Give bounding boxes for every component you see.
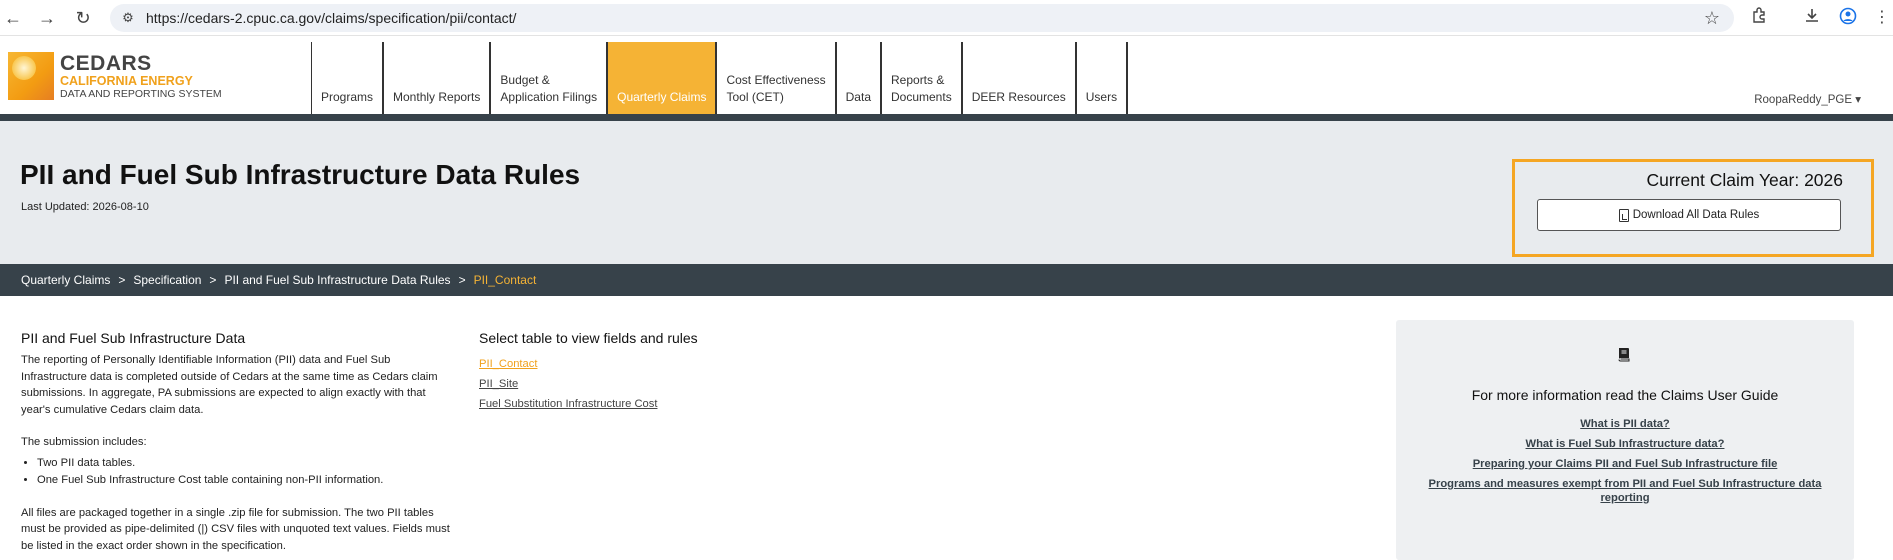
profile-icon[interactable]: [1837, 7, 1859, 29]
nav-deer-resources[interactable]: DEER Resources: [962, 42, 1077, 114]
guide-link-what-is-fuel-sub[interactable]: What is Fuel Sub Infrastructure data?: [1426, 437, 1824, 451]
download-all-data-rules-button[interactable]: Download All Data Rules: [1537, 199, 1841, 231]
download-icon[interactable]: [1801, 7, 1823, 29]
table-link-pii-site[interactable]: PII_Site: [479, 374, 859, 394]
nav-users[interactable]: Users: [1076, 42, 1129, 114]
nav-budget-application-filings[interactable]: Budget & Application Filings: [491, 42, 609, 114]
breadcrumb-separator: >: [209, 273, 217, 287]
page-hero: PII and Fuel Sub Infrastructure Data Rul…: [0, 121, 1893, 264]
book-icon: [1616, 346, 1632, 362]
claim-year-panel: Current Claim Year: 2026 Download All Da…: [1512, 159, 1874, 257]
download-button-label: Download All Data Rules: [1632, 209, 1760, 221]
address-bar[interactable]: ⚙ https://cedars-2.cpuc.ca.gov/claims/sp…: [110, 4, 1734, 32]
logo-name: CEDARS: [60, 52, 152, 75]
browser-menu-icon[interactable]: ⋮: [1871, 7, 1893, 29]
url-text[interactable]: https://cedars-2.cpuc.ca.gov/claims/spec…: [146, 10, 516, 26]
nav-label: Monthly Reports: [393, 90, 481, 104]
nav-label: Data: [845, 90, 871, 104]
header-divider: [0, 114, 1893, 121]
cedars-logo[interactable]: CEDARS CALIFORNIA ENERGY DATA AND REPORT…: [8, 52, 222, 106]
back-arrow-icon[interactable]: ←: [2, 7, 24, 29]
breadcrumb-separator: >: [458, 273, 466, 287]
breadcrumb: Quarterly Claims > Specification > PII a…: [21, 273, 536, 287]
intro-paragraph: The reporting of Personally Identifiable…: [21, 354, 438, 416]
list-item: One Fuel Sub Infrastructure Cost table c…: [37, 472, 451, 489]
sun-logo-icon: [8, 52, 54, 100]
intro-section: PII and Fuel Sub Infrastructure Data The…: [21, 330, 451, 554]
nav-label: Programs: [321, 90, 374, 104]
table-link-fuel-substitution-cost[interactable]: Fuel Substitution Infrastructure Cost: [479, 394, 859, 414]
current-claim-year: Current Claim Year: 2026: [1646, 170, 1844, 190]
nav-reports-documents[interactable]: Reports & Documents: [882, 42, 963, 114]
breadcrumb-specification[interactable]: Specification: [133, 273, 201, 287]
user-guide-links: What is PII data? What is Fuel Sub Infra…: [1426, 417, 1824, 511]
table-selector-heading: Select table to view fields and rules: [479, 330, 698, 346]
submission-includes-text: The submission includes:: [21, 436, 147, 448]
site-settings-icon[interactable]: ⚙: [120, 10, 136, 26]
user-guide-panel: For more information read the Claims Use…: [1396, 320, 1854, 560]
nav-label: DEER Resources: [971, 90, 1066, 104]
user-guide-title: For more information read the Claims Use…: [1471, 387, 1779, 403]
bookmark-star-icon[interactable]: ☆: [1704, 8, 1720, 29]
nav-data[interactable]: Data: [836, 42, 882, 114]
logo-subtitle: CALIFORNIA ENERGY: [60, 74, 193, 88]
extensions-icon[interactable]: [1748, 7, 1770, 29]
nav-label: Users: [1085, 90, 1118, 104]
table-selector: Select table to view fields and rules PI…: [479, 330, 859, 414]
breadcrumb-bar: Quarterly Claims > Specification > PII a…: [0, 264, 1893, 296]
breadcrumb-current: PII_Contact: [473, 273, 537, 287]
reload-icon[interactable]: ↻: [72, 7, 94, 29]
nav-programs[interactable]: Programs: [312, 42, 385, 114]
main-navigation: Programs Monthly Reports Budget & Applic…: [311, 42, 1129, 114]
nav-label: Quarterly Claims: [617, 90, 707, 104]
submission-list: Two PII data tables. One Fuel Sub Infras…: [37, 455, 451, 489]
last-updated: Last Updated: 2026-08-10: [21, 201, 149, 213]
user-menu-dropdown[interactable]: RoopaReddy_PGE ▾: [1754, 92, 1861, 106]
forward-arrow-icon[interactable]: →: [36, 7, 58, 29]
packaging-paragraph: All files are packaged together in a sin…: [21, 506, 450, 552]
list-item: Two PII data tables.: [37, 455, 451, 472]
intro-heading: PII and Fuel Sub Infrastructure Data: [21, 330, 246, 346]
guide-link-what-is-pii[interactable]: What is PII data?: [1426, 417, 1824, 431]
guide-link-preparing-file[interactable]: Preparing your Claims PII and Fuel Sub I…: [1426, 457, 1824, 471]
file-download-icon: [1618, 208, 1629, 222]
nav-label: Cost Effectiveness Tool (CET): [726, 73, 826, 104]
breadcrumb-quarterly-claims[interactable]: Quarterly Claims: [21, 273, 110, 287]
nav-quarterly-claims[interactable]: Quarterly Claims: [608, 42, 718, 114]
browser-toolbar: ← → ↻ ⚙ https://cedars-2.cpuc.ca.gov/cla…: [0, 0, 1893, 36]
breadcrumb-data-rules[interactable]: PII and Fuel Sub Infrastructure Data Rul…: [224, 273, 450, 287]
nav-label: Reports & Documents: [891, 73, 952, 104]
nav-cost-effectiveness-tool[interactable]: Cost Effectiveness Tool (CET): [717, 42, 837, 114]
guide-link-exempt-programs[interactable]: Programs and measures exempt from PII an…: [1426, 477, 1824, 505]
logo-tagline: DATA AND REPORTING SYSTEM: [60, 88, 222, 100]
page-title: PII and Fuel Sub Infrastructure Data Rul…: [20, 159, 581, 190]
breadcrumb-separator: >: [118, 273, 126, 287]
nav-monthly-reports[interactable]: Monthly Reports: [384, 42, 492, 114]
table-link-pii-contact[interactable]: PII_Contact: [479, 354, 859, 374]
nav-label: Budget & Application Filings: [500, 73, 598, 104]
